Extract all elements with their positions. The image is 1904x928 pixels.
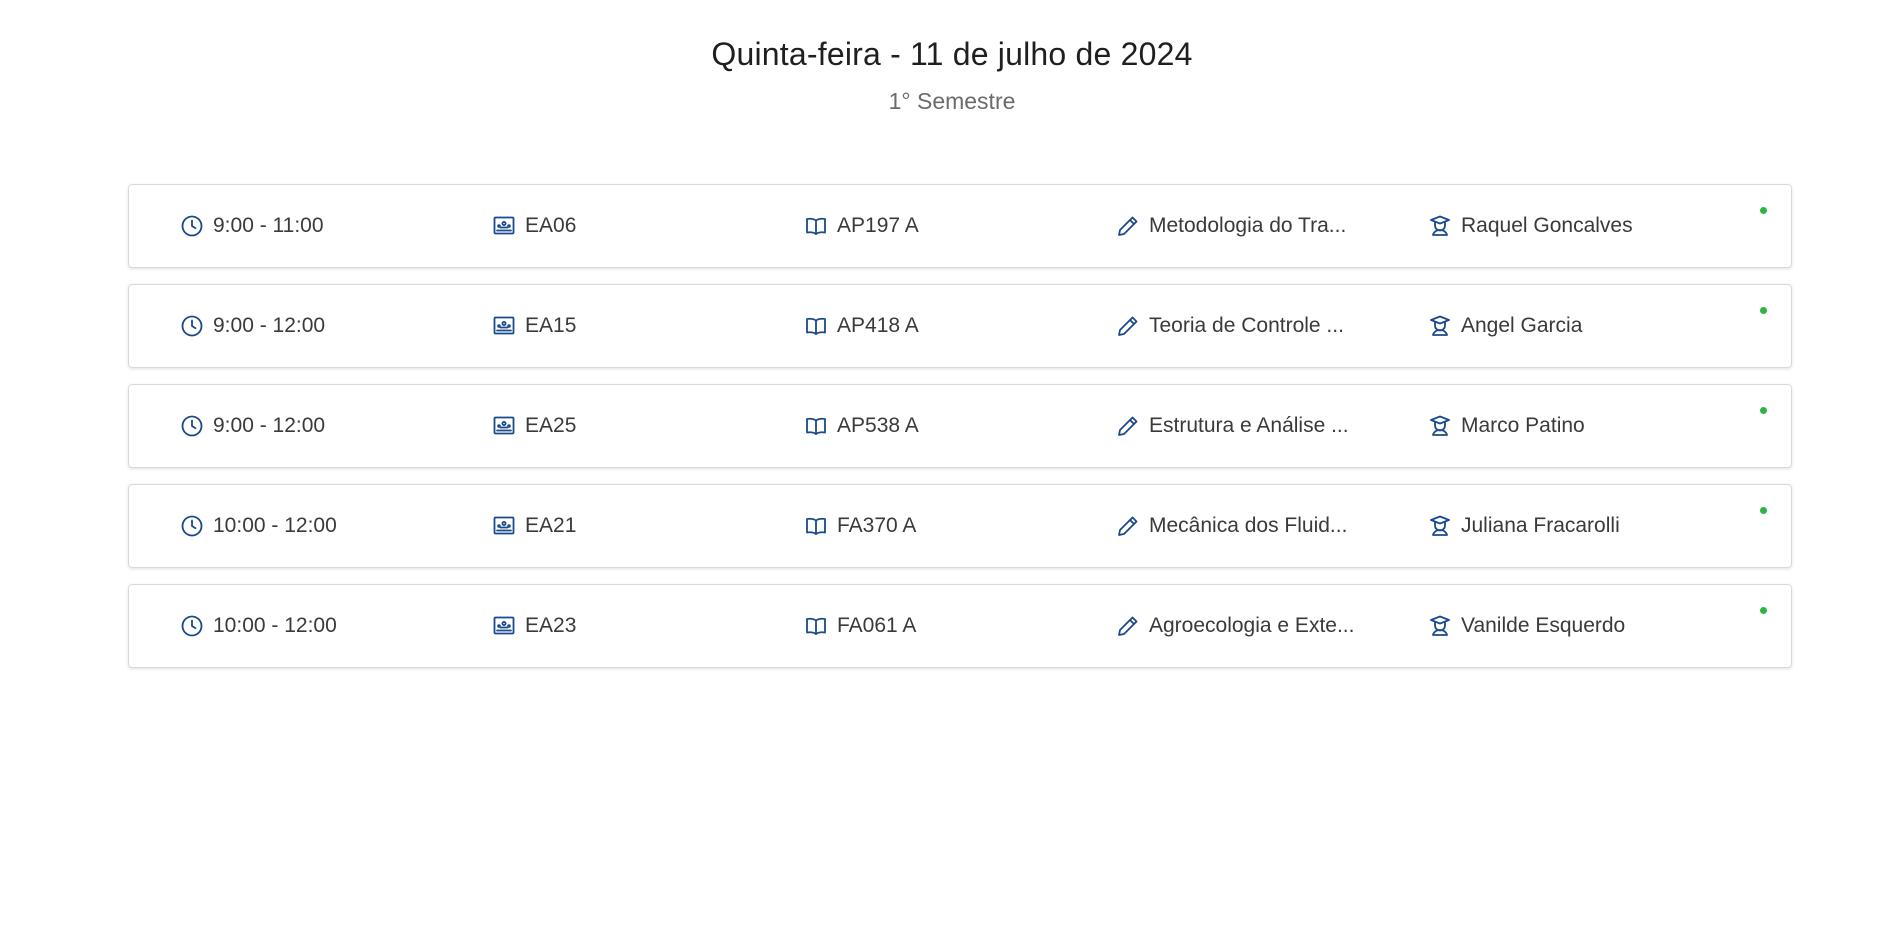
class-code: FA370 A (837, 514, 917, 537)
teacher-cell: Juliana Fracarolli (1427, 513, 1739, 539)
pencil-icon (1115, 413, 1141, 439)
teacher-icon (1427, 313, 1453, 339)
class-list: 9:00 - 11:00 EA06 AP197 A Metodologia do… (128, 184, 1792, 684)
teacher-icon (1427, 213, 1453, 239)
teacher-cell: Angel Garcia (1427, 313, 1739, 339)
class-subject: Mecânica dos Fluid... (1149, 514, 1348, 537)
clock-icon (179, 513, 205, 539)
book-icon (803, 313, 829, 339)
class-time: 9:00 - 12:00 (213, 414, 326, 437)
classroom-icon (491, 613, 517, 639)
teacher-cell: Raquel Goncalves (1427, 213, 1739, 239)
class-room: EA23 (525, 614, 577, 637)
classroom-icon (491, 413, 517, 439)
subject-cell: Teoria de Controle ... (1115, 313, 1427, 339)
pencil-icon (1115, 613, 1141, 639)
status-dot (1760, 307, 1767, 314)
time-cell: 10:00 - 12:00 (179, 613, 491, 639)
classroom-icon (491, 213, 517, 239)
class-card[interactable]: 9:00 - 12:00 EA25 AP538 A Estrutura e An… (128, 384, 1792, 468)
code-cell: FA370 A (803, 513, 1115, 539)
classroom-icon (491, 513, 517, 539)
pencil-icon (1115, 313, 1141, 339)
class-room: EA06 (525, 214, 577, 237)
class-time: 10:00 - 12:00 (213, 514, 337, 537)
class-time: 9:00 - 12:00 (213, 314, 326, 337)
room-cell: EA15 (491, 313, 803, 339)
class-teacher: Angel Garcia (1461, 314, 1583, 337)
code-cell: AP197 A (803, 213, 1115, 239)
book-icon (803, 613, 829, 639)
class-card[interactable]: 10:00 - 12:00 EA21 FA370 A Mecânica dos … (128, 484, 1792, 568)
book-icon (803, 513, 829, 539)
class-code: AP418 A (837, 314, 919, 337)
classroom-icon (491, 313, 517, 339)
class-code: AP197 A (837, 214, 919, 237)
class-card[interactable]: 9:00 - 12:00 EA15 AP418 A Teoria de Cont… (128, 284, 1792, 368)
time-cell: 9:00 - 12:00 (179, 313, 491, 339)
status-dot (1760, 507, 1767, 514)
time-cell: 9:00 - 12:00 (179, 413, 491, 439)
class-card[interactable]: 10:00 - 12:00 EA23 FA061 A Agroecologia … (128, 584, 1792, 668)
book-icon (803, 413, 829, 439)
status-dot (1760, 607, 1767, 614)
subject-cell: Estrutura e Análise ... (1115, 413, 1427, 439)
room-cell: EA25 (491, 413, 803, 439)
status-dot (1760, 207, 1767, 214)
class-teacher: Juliana Fracarolli (1461, 514, 1620, 537)
time-cell: 10:00 - 12:00 (179, 513, 491, 539)
pencil-icon (1115, 213, 1141, 239)
class-teacher: Vanilde Esquerdo (1461, 614, 1626, 637)
class-time: 9:00 - 11:00 (213, 214, 324, 237)
code-cell: AP418 A (803, 313, 1115, 339)
room-cell: EA06 (491, 213, 803, 239)
room-cell: EA23 (491, 613, 803, 639)
schedule-page: Quinta-feira - 11 de julho de 2024 1° Se… (0, 0, 1904, 928)
class-code: FA061 A (837, 614, 917, 637)
clock-icon (179, 413, 205, 439)
class-subject: Teoria de Controle ... (1149, 314, 1344, 337)
class-subject: Metodologia do Tra... (1149, 214, 1347, 237)
class-room: EA15 (525, 314, 577, 337)
clock-icon (179, 313, 205, 339)
book-icon (803, 213, 829, 239)
class-teacher: Raquel Goncalves (1461, 214, 1633, 237)
code-cell: FA061 A (803, 613, 1115, 639)
page-title: Quinta-feira - 11 de julho de 2024 (711, 36, 1193, 72)
room-cell: EA21 (491, 513, 803, 539)
class-room: EA25 (525, 414, 577, 437)
class-teacher: Marco Patino (1461, 414, 1585, 437)
subject-cell: Agroecologia e Exte... (1115, 613, 1427, 639)
teacher-icon (1427, 513, 1453, 539)
clock-icon (179, 613, 205, 639)
class-time: 10:00 - 12:00 (213, 614, 337, 637)
subject-cell: Mecânica dos Fluid... (1115, 513, 1427, 539)
semester-label: 1° Semestre (888, 88, 1016, 114)
teacher-cell: Marco Patino (1427, 413, 1739, 439)
class-code: AP538 A (837, 414, 919, 437)
page-header: Quinta-feira - 11 de julho de 2024 1° Se… (0, 0, 1904, 116)
class-room: EA21 (525, 514, 577, 537)
status-dot (1760, 407, 1767, 414)
teacher-cell: Vanilde Esquerdo (1427, 613, 1739, 639)
code-cell: AP538 A (803, 413, 1115, 439)
teacher-icon (1427, 613, 1453, 639)
teacher-icon (1427, 413, 1453, 439)
clock-icon (179, 213, 205, 239)
time-cell: 9:00 - 11:00 (179, 213, 491, 239)
subject-cell: Metodologia do Tra... (1115, 213, 1427, 239)
class-subject: Agroecologia e Exte... (1149, 614, 1355, 637)
pencil-icon (1115, 513, 1141, 539)
class-card[interactable]: 9:00 - 11:00 EA06 AP197 A Metodologia do… (128, 184, 1792, 268)
class-subject: Estrutura e Análise ... (1149, 414, 1349, 437)
